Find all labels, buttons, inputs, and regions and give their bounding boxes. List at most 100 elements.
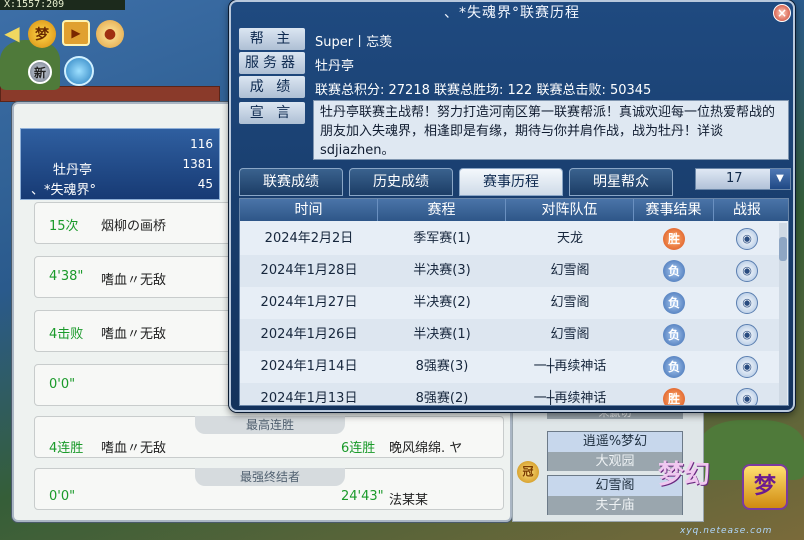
battle-report-icon[interactable]: ◉: [736, 227, 758, 250]
ranking-value: 15次: [49, 219, 79, 234]
ranking-value: 4'38": [49, 269, 84, 284]
cell-date: 2024年1月26日: [260, 327, 358, 342]
ranking-value: 4击败: [49, 327, 84, 342]
battle-report-icon[interactable]: ◉: [736, 291, 758, 314]
battle-report-icon[interactable]: ◉: [736, 387, 758, 405]
cell-result: 胜: [634, 223, 714, 255]
tab-history-results[interactable]: 历史成绩: [349, 168, 453, 196]
server-name: 牡丹亭: [53, 163, 93, 178]
battle-report-icon[interactable]: ◉: [736, 323, 758, 346]
table-row[interactable]: 2024年1月27日 半决赛(2) 幻雪阁 负 ◉: [240, 287, 780, 319]
stat-value: 45: [197, 177, 213, 191]
win-badge: 胜: [663, 387, 685, 405]
ranking-category: 最强终结者: [195, 468, 345, 486]
ranking-value: 4连胜: [49, 441, 84, 456]
record-label: 成 绩: [239, 76, 305, 98]
lose-badge: 负: [663, 323, 685, 346]
cell-date: 2024年2月2日: [264, 231, 354, 246]
guild-name: 、*失魂界°: [31, 183, 97, 198]
ranking-player: 嗜血〃无敌: [101, 327, 167, 342]
battle-report-icon[interactable]: ◉: [736, 355, 758, 378]
dream-icon[interactable]: 梦: [28, 20, 56, 48]
new-icon[interactable]: 新: [28, 60, 52, 84]
cell-report: ◉: [714, 223, 780, 255]
ranking-player: 法某某: [389, 493, 429, 508]
ranking-category: 最高连胜: [195, 416, 345, 434]
tv-icon[interactable]: ▶: [62, 20, 90, 46]
battle-report-icon[interactable]: ◉: [736, 259, 758, 282]
leader-row: 帮 主 Super丨忘羡: [239, 28, 785, 50]
close-button[interactable]: ×: [773, 4, 791, 22]
cell-stage: 半决赛(2): [413, 295, 471, 310]
cell-result: 负: [634, 287, 714, 319]
win-badge: 胜: [663, 227, 685, 250]
cell-stage: 半决赛(1): [413, 327, 471, 342]
cell-date: 2024年1月13日: [260, 391, 358, 406]
ranking-value: 0'0": [49, 377, 76, 392]
cell-date: 2024年1月28日: [260, 263, 358, 278]
lose-badge: 负: [663, 355, 685, 378]
cell-report: ◉: [714, 383, 780, 405]
column-header: 赛程: [378, 199, 506, 221]
cell-result: 负: [634, 319, 714, 351]
game-logo: 梦幻 梦 xyq.netease.com: [650, 414, 800, 536]
ranking-player: 嗜血〃无敌: [101, 441, 167, 456]
cell-result: 胜: [634, 383, 714, 405]
cell-team: 幻雪阁: [550, 327, 590, 342]
column-header: 对阵队伍: [506, 199, 634, 221]
announce-label: 宣 言: [239, 102, 305, 124]
cell-date: 2024年1月14日: [260, 359, 358, 374]
column-header: 时间: [240, 199, 378, 221]
cell-stage: 季军赛(1): [413, 231, 471, 246]
column-header: 赛事结果: [634, 199, 714, 221]
server-label: 服务器: [239, 52, 305, 74]
ranking-value: 0'0": [49, 489, 76, 504]
record-value: 联赛总积分: 27218 联赛总胜场: 122 联赛总击败: 50345: [315, 83, 652, 98]
cell-report: ◉: [714, 319, 780, 351]
guild-header: 116 1381 45 牡丹亭 、*失魂界°: [20, 128, 220, 200]
cell-stage: 半决赛(3): [413, 263, 471, 278]
chick-icon[interactable]: ●: [96, 20, 124, 48]
cell-date: 2024年1月27日: [260, 295, 358, 310]
cell-team: 幻雪阁: [550, 295, 590, 310]
table-scrollbar[interactable]: [779, 223, 787, 405]
table-row[interactable]: 2024年1月26日 半决赛(1) 幻雪阁 负 ◉: [240, 319, 780, 351]
table-row[interactable]: 2024年2月2日 季军赛(1) 天龙 胜 ◉: [240, 223, 780, 255]
cell-team: 天龙: [556, 231, 583, 246]
table-row[interactable]: 2024年1月14日 8强赛(3) 一┼再续神话 负 ◉: [240, 351, 780, 383]
ranking-player: 烟柳の画桥: [101, 219, 167, 234]
table-row[interactable]: 2024年1月28日 半决赛(3) 幻雪阁 负 ◉: [240, 255, 780, 287]
cell-report: ◉: [714, 287, 780, 319]
tab-league-results[interactable]: 联赛成绩: [239, 168, 343, 196]
lose-badge: 负: [663, 291, 685, 314]
ranking-row-wide: 最高连胜 4连胜 嗜血〃无敌 6连胜 晚风绵绵. ヤ: [34, 416, 504, 458]
announcement-text: 牡丹亭联赛主战帮！努力打造河南区第一联赛帮派！真诚欢迎每一位热爱帮战的朋友加入失…: [313, 100, 789, 160]
ranking-row-wide: 最强终结者 0'0" 24'43" 法某某: [34, 468, 504, 510]
record-row: 成 绩 联赛总积分: 27218 联赛总胜场: 122 联赛总击败: 50345: [239, 76, 785, 98]
tab-match-history[interactable]: 赛事历程: [459, 168, 563, 196]
server-row: 服务器 牡丹亭: [239, 52, 785, 74]
chevron-down-icon[interactable]: ▼: [770, 169, 790, 189]
season-select[interactable]: 17 ▼: [695, 168, 791, 190]
column-header: 战报: [733, 202, 761, 218]
stat-value: 116: [190, 137, 213, 151]
scrollbar-thumb[interactable]: [779, 237, 787, 261]
lose-badge: 负: [663, 259, 685, 282]
arrow-left-icon[interactable]: ◀: [2, 21, 22, 45]
ranking-value: 24'43": [341, 489, 384, 504]
site-watermark: xyq.netease.com: [680, 526, 773, 536]
cell-result: 负: [634, 351, 714, 383]
brand-text: 梦幻: [658, 460, 711, 490]
leader-label: 帮 主: [239, 28, 305, 50]
cell-result: 负: [634, 255, 714, 287]
cell-team: 一┼再续神话: [533, 359, 607, 374]
medal-icon: 冠: [517, 461, 539, 483]
table-row[interactable]: 2024年1月13日 8强赛(2) 一┼再续神话 胜 ◉: [240, 383, 780, 406]
ring-icon[interactable]: [64, 56, 94, 86]
cell-team: 一┼再续神话: [533, 391, 607, 406]
cell-report: ◉: [714, 351, 780, 383]
logo-icon: 梦: [742, 464, 788, 510]
coords-readout: X:1557:209: [0, 0, 125, 10]
leader-value: Super丨忘羡: [315, 35, 393, 50]
tab-star-members[interactable]: 明星帮众: [569, 168, 673, 196]
